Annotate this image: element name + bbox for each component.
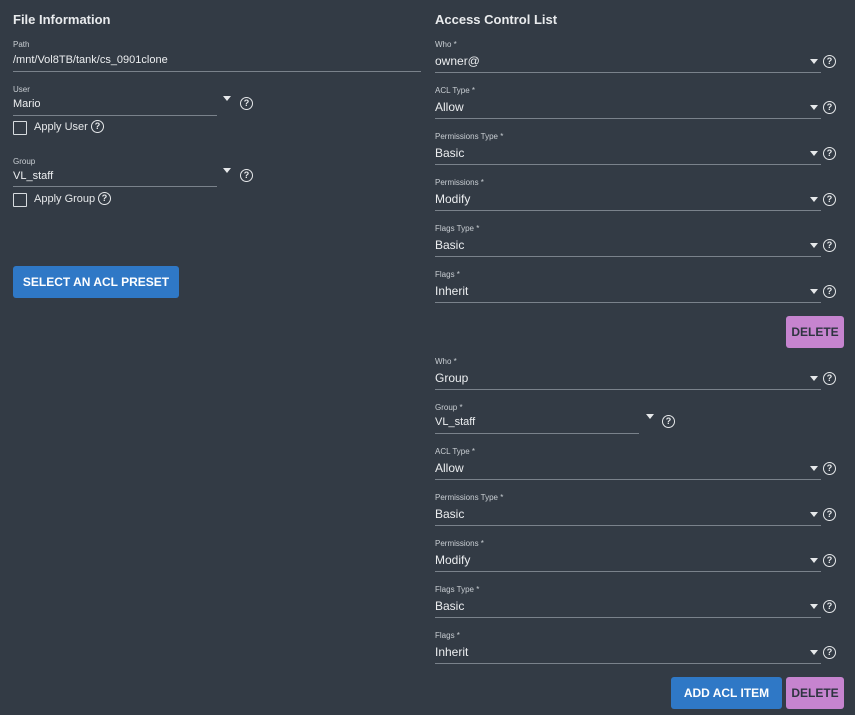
permissions-type-chevron-down-icon[interactable] bbox=[810, 151, 818, 156]
acl-type-select[interactable]: Allow bbox=[435, 100, 464, 114]
flags-label: Flags * bbox=[435, 270, 460, 279]
group-chevron-down-icon[interactable] bbox=[223, 168, 231, 173]
who-chevron-down-icon[interactable] bbox=[810, 59, 818, 64]
delete-acl-item-button[interactable]: DELETE bbox=[786, 316, 844, 348]
who-select[interactable]: owner@ bbox=[435, 54, 480, 68]
who-label: Who * bbox=[435, 40, 457, 49]
user-chevron-down-icon[interactable] bbox=[223, 96, 231, 101]
permissions-type-chevron-down-icon[interactable] bbox=[810, 512, 818, 517]
user-help-icon[interactable]: ? bbox=[240, 97, 253, 110]
who-select[interactable]: Group bbox=[435, 371, 468, 385]
flags-type-label: Flags Type * bbox=[435, 224, 480, 233]
acl-type-help-icon[interactable]: ? bbox=[823, 462, 836, 475]
group-label: Group * bbox=[435, 403, 463, 412]
flags-type-help-icon[interactable]: ? bbox=[823, 239, 836, 252]
file-info-title: File Information bbox=[13, 12, 111, 27]
permissions-type-label: Permissions Type * bbox=[435, 493, 504, 502]
acl-type-label: ACL Type * bbox=[435, 86, 476, 95]
user-select[interactable]: Mario bbox=[13, 98, 41, 110]
acl-type-help-icon[interactable]: ? bbox=[823, 101, 836, 114]
who-label: Who * bbox=[435, 357, 457, 366]
permissions-label: Permissions * bbox=[435, 539, 484, 548]
permissions-type-label: Permissions Type * bbox=[435, 132, 504, 141]
group-help-icon[interactable]: ? bbox=[662, 415, 675, 428]
flags-type-chevron-down-icon[interactable] bbox=[810, 243, 818, 248]
add-acl-item-button[interactable]: ADD ACL ITEM bbox=[671, 677, 782, 709]
acl-type-chevron-down-icon[interactable] bbox=[810, 466, 818, 471]
delete-acl-item-button[interactable]: DELETE bbox=[786, 677, 844, 709]
flags-help-icon[interactable]: ? bbox=[823, 646, 836, 659]
flags-help-icon[interactable]: ? bbox=[823, 285, 836, 298]
permissions-label: Permissions * bbox=[435, 178, 484, 187]
path-field[interactable]: /mnt/Vol8TB/tank/cs_0901clone bbox=[13, 54, 168, 66]
permissions-type-help-icon[interactable]: ? bbox=[823, 508, 836, 521]
permissions-type-select[interactable]: Basic bbox=[435, 507, 464, 521]
flags-chevron-down-icon[interactable] bbox=[810, 289, 818, 294]
flags-type-select[interactable]: Basic bbox=[435, 238, 464, 252]
flags-select[interactable]: Inherit bbox=[435, 645, 468, 659]
group-select[interactable]: VL_staff bbox=[435, 416, 475, 428]
path-underline bbox=[13, 71, 421, 72]
acl-type-select[interactable]: Allow bbox=[435, 461, 464, 475]
permissions-select[interactable]: Modify bbox=[435, 553, 470, 567]
path-label: Path bbox=[13, 40, 30, 49]
group-select[interactable]: VL_staff bbox=[13, 170, 53, 182]
flags-type-help-icon[interactable]: ? bbox=[823, 600, 836, 613]
apply-group-checkbox[interactable] bbox=[13, 193, 27, 207]
permissions-chevron-down-icon[interactable] bbox=[810, 197, 818, 202]
acl-type-chevron-down-icon[interactable] bbox=[810, 105, 818, 110]
flags-chevron-down-icon[interactable] bbox=[810, 650, 818, 655]
group-help-icon[interactable]: ? bbox=[240, 169, 253, 182]
flags-label: Flags * bbox=[435, 631, 460, 640]
group-label: Group bbox=[13, 157, 36, 166]
group-chevron-down-icon[interactable] bbox=[646, 414, 654, 419]
who-chevron-down-icon[interactable] bbox=[810, 376, 818, 381]
acl-title: Access Control List bbox=[435, 12, 558, 27]
flags-type-label: Flags Type * bbox=[435, 585, 480, 594]
select-acl-preset-button[interactable]: SELECT AN ACL PRESET bbox=[13, 266, 179, 298]
permissions-chevron-down-icon[interactable] bbox=[810, 558, 818, 563]
who-help-icon[interactable]: ? bbox=[823, 55, 836, 68]
flags-type-select[interactable]: Basic bbox=[435, 599, 464, 613]
permissions-type-help-icon[interactable]: ? bbox=[823, 147, 836, 160]
permissions-help-icon[interactable]: ? bbox=[823, 193, 836, 206]
permissions-help-icon[interactable]: ? bbox=[823, 554, 836, 567]
permissions-type-select[interactable]: Basic bbox=[435, 146, 464, 160]
flags-select[interactable]: Inherit bbox=[435, 284, 468, 298]
permissions-select[interactable]: Modify bbox=[435, 192, 470, 206]
who-help-icon[interactable]: ? bbox=[823, 372, 836, 385]
acl-type-label: ACL Type * bbox=[435, 447, 476, 456]
user-label: User bbox=[13, 85, 30, 94]
apply-user-label: Apply User bbox=[34, 121, 88, 133]
apply-user-checkbox[interactable] bbox=[13, 121, 27, 135]
apply-group-help-icon[interactable]: ? bbox=[98, 192, 111, 205]
apply-user-help-icon[interactable]: ? bbox=[91, 120, 104, 133]
flags-type-chevron-down-icon[interactable] bbox=[810, 604, 818, 609]
apply-group-label: Apply Group bbox=[34, 193, 96, 205]
